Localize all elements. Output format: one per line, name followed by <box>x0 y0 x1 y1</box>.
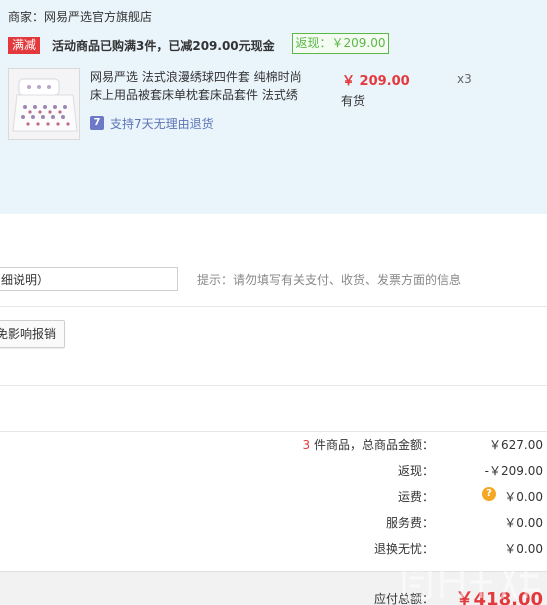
product-quantity: x3 <box>457 72 472 86</box>
worry-free-label: 退换无忧： <box>373 542 434 556</box>
order-item-panel: 商家：网易严选官方旗舰店 满减 活动商品已购满3件，已减209.00元现金 返现… <box>0 0 547 214</box>
goods-count-label: 3 件商品，总商品金额： <box>303 436 434 453</box>
freight-label: 运费： <box>397 490 434 504</box>
seven-day-return-icon: 7 <box>90 116 104 130</box>
worry-free-value: ￥0.00 <box>504 542 543 556</box>
divider <box>0 431 547 432</box>
product-price: ￥ 209.00 <box>342 74 410 89</box>
product-thumbnail[interactable] <box>8 68 80 140</box>
freight-help-icon[interactable]: ? <box>482 487 496 501</box>
divider <box>0 306 547 307</box>
goods-total-label: 件商品，总商品金额： <box>310 438 434 452</box>
service-fee-label: 服务费： <box>385 516 434 530</box>
rebate-badge: 返现：￥209.00 <box>292 33 389 54</box>
shop-name[interactable]: 商家：网易严选官方旗舰店 <box>8 8 152 25</box>
promotion-text: 活动商品已购满3件，已减209.00元现金 <box>52 39 275 53</box>
product-title-link[interactable]: 网易严选 法式浪漫绣球四件套 纯棉时尚床上用品被套床单枕套床品套件 法式绣 <box>90 68 310 104</box>
rebate-label: 返现： <box>397 464 434 478</box>
return-policy-link[interactable]: 支持7天无理由退货 <box>110 115 214 132</box>
remark-hint: 提示：请勿填写有关支付、收货、发票方面的信息 <box>197 273 462 287</box>
rebate-value: -￥209.00 <box>484 464 543 478</box>
freight-value: ￥0.00 <box>504 490 543 504</box>
goods-total-value: ￥627.00 <box>489 438 543 452</box>
promotion-tag: 满减 <box>8 37 41 54</box>
watermark-logo-icon <box>402 560 540 600</box>
stock-status: 有货 <box>341 94 366 108</box>
invoice-button[interactable]: 免影响报销 <box>0 320 65 348</box>
order-remark-input[interactable] <box>0 267 178 291</box>
divider <box>0 385 547 386</box>
service-fee-value: ￥0.00 <box>504 516 543 530</box>
